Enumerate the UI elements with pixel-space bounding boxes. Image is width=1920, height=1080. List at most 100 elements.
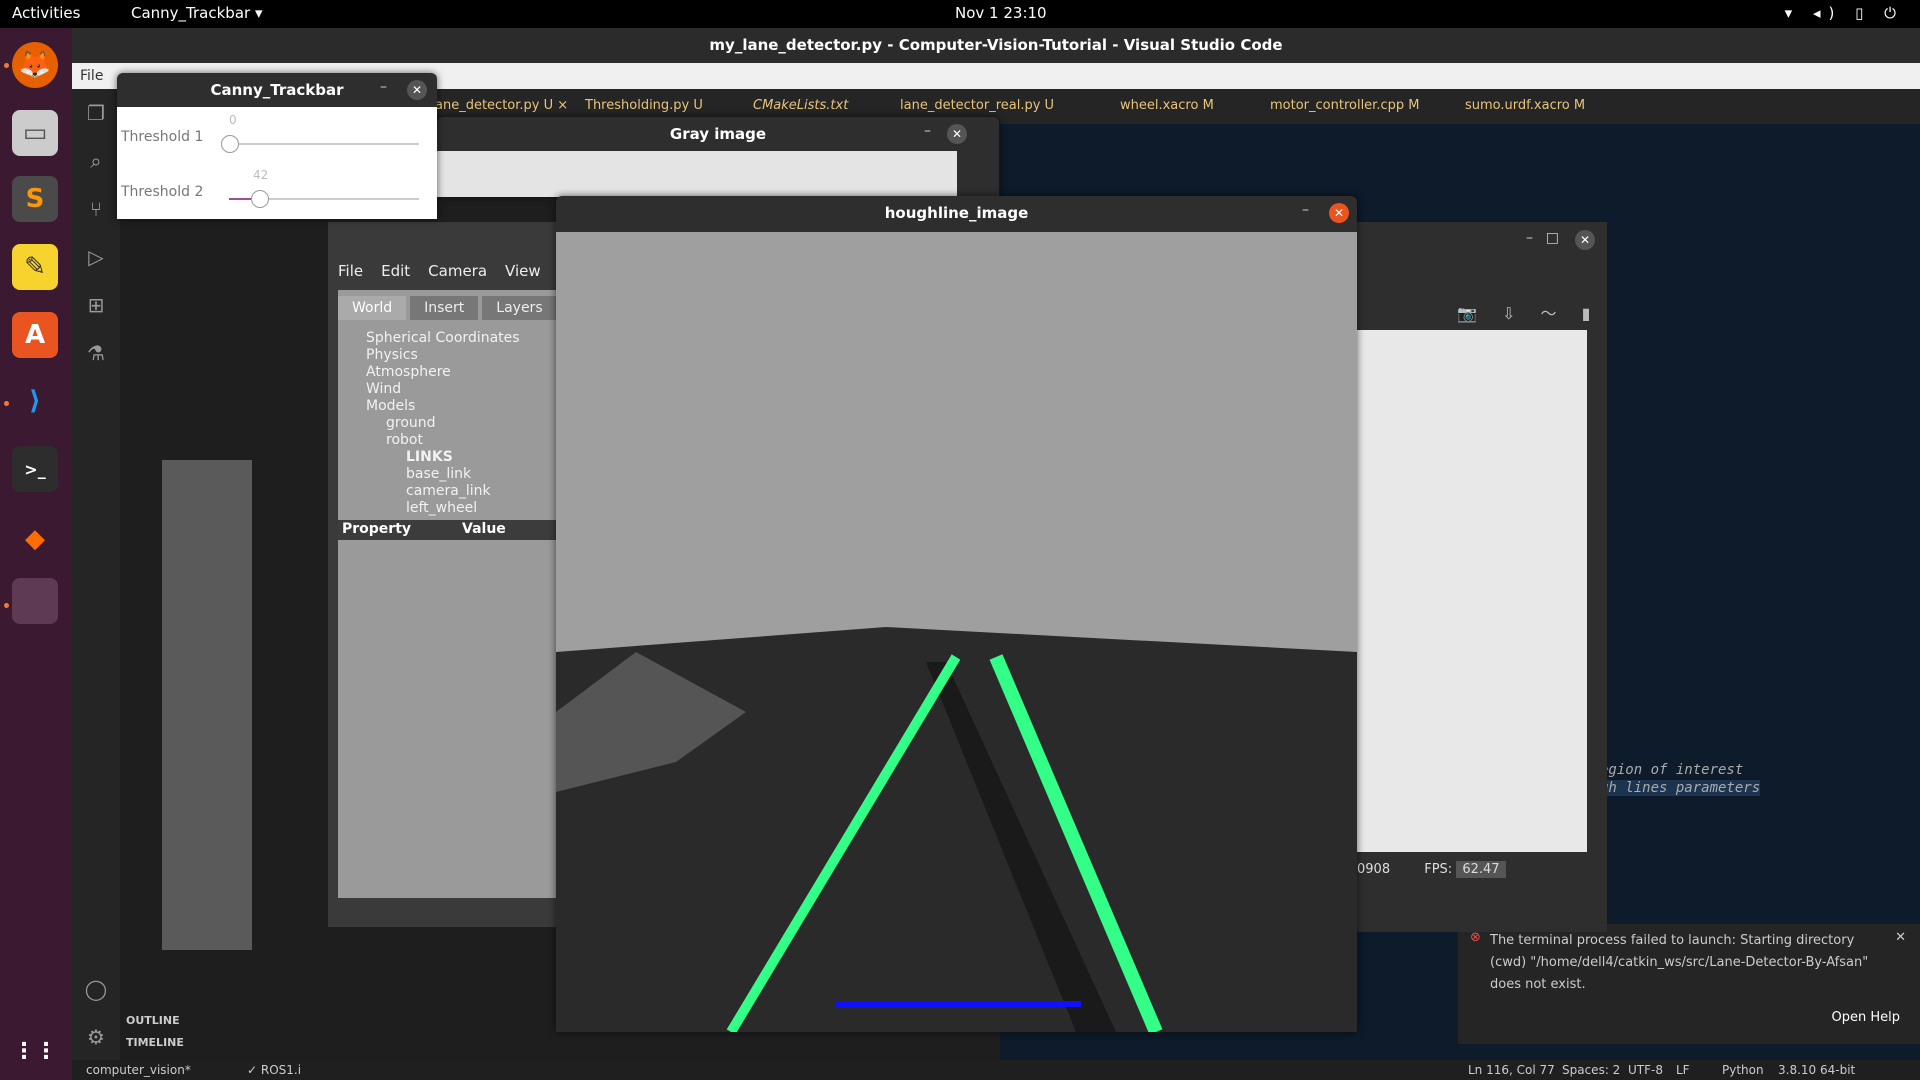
extensions-icon[interactable]: ⊞ bbox=[84, 293, 108, 317]
rviz-icon[interactable]: ◆ bbox=[12, 516, 58, 562]
gazebo-menu: File Edit Camera View W bbox=[338, 262, 574, 280]
branch-indicator[interactable]: computer_vision* bbox=[86, 1060, 191, 1080]
source-control-icon[interactable]: ⑂ bbox=[84, 197, 108, 221]
panel-tabs: World Insert Layers bbox=[338, 296, 557, 320]
ros-indicator[interactable]: ✓ ROS1.i bbox=[247, 1060, 301, 1080]
tree-item[interactable]: Atmosphere bbox=[366, 364, 520, 381]
tree-item[interactable]: ground bbox=[386, 415, 520, 432]
slider-handle[interactable] bbox=[221, 135, 239, 153]
threshold2-slider[interactable] bbox=[229, 190, 419, 208]
app-menu[interactable]: Canny_Trackbar ▾ bbox=[131, 4, 262, 22]
fps-value: 62.47 bbox=[1456, 861, 1506, 878]
value-column: Value bbox=[462, 521, 506, 537]
sublime-icon[interactable]: S bbox=[12, 176, 58, 222]
tree-item[interactable]: Wind bbox=[366, 381, 520, 398]
tab-world[interactable]: World bbox=[338, 296, 407, 320]
close-icon[interactable]: ✕ bbox=[407, 80, 427, 100]
close-icon[interactable]: ✕ bbox=[1575, 230, 1595, 250]
menu-file[interactable]: File bbox=[338, 262, 363, 280]
encoding[interactable]: UTF-8 bbox=[1628, 1060, 1663, 1080]
firefox-icon[interactable]: 🦊 bbox=[12, 42, 58, 88]
search-icon[interactable]: ⌕ bbox=[84, 149, 108, 173]
close-icon[interactable]: ✕ bbox=[1895, 930, 1906, 945]
minimize-icon[interactable]: – bbox=[1302, 202, 1309, 218]
top-bar: Activities Canny_Trackbar ▾ Nov 1 23:10 … bbox=[0, 0, 1920, 28]
tab-layers[interactable]: Layers bbox=[482, 296, 557, 320]
outline-section[interactable]: OUTLINE bbox=[126, 1014, 180, 1027]
open-help-button[interactable]: Open Help bbox=[1832, 1010, 1901, 1025]
files-icon[interactable]: ▭ bbox=[12, 110, 58, 156]
tree-item[interactable]: Spherical Coordinates bbox=[366, 330, 520, 347]
vscode-icon[interactable]: ⟩ bbox=[12, 378, 58, 424]
tab[interactable]: ane_detector.py U × bbox=[435, 98, 568, 113]
activities-button[interactable]: Activities bbox=[12, 4, 80, 22]
tree-item[interactable]: Models bbox=[366, 398, 520, 415]
close-icon[interactable]: ✕ bbox=[947, 124, 967, 144]
terminal-icon[interactable]: >_ bbox=[12, 446, 58, 492]
cursor-position[interactable]: Ln 116, Col 77 bbox=[1468, 1060, 1555, 1080]
sim-time: 0908 bbox=[1357, 862, 1391, 877]
account-icon[interactable]: ◯ bbox=[84, 977, 108, 1001]
minimize-icon[interactable]: – bbox=[1526, 230, 1533, 246]
python-interpreter[interactable]: 3.8.10 64-bit bbox=[1778, 1060, 1855, 1080]
property-column: Property bbox=[342, 521, 412, 537]
menu-view[interactable]: View bbox=[505, 262, 541, 280]
code-comment: egion of interest bbox=[1600, 762, 1744, 778]
vscode-titlebar: my_lane_detector.py - Computer-Vision-Tu… bbox=[72, 28, 1920, 63]
threshold1-slider[interactable] bbox=[221, 135, 419, 153]
language-mode[interactable]: Python bbox=[1722, 1060, 1764, 1080]
sim-stats: 0908 FPS: 62.47 bbox=[1357, 861, 1587, 878]
settings-gear-icon[interactable]: ⚙ bbox=[84, 1025, 108, 1049]
trackbar-panel: Threshold 1 0 Threshold 2 42 bbox=[117, 107, 437, 219]
code-comment: gh lines parameters bbox=[1600, 780, 1761, 796]
status-bar: computer_vision* ✓ ROS1.i Ln 116, Col 77… bbox=[72, 1060, 1920, 1080]
window-title: Canny_Trackbar bbox=[210, 81, 344, 99]
close-icon[interactable]: ✕ bbox=[1329, 203, 1349, 223]
tab[interactable]: Thresholding.py U bbox=[585, 98, 703, 113]
text-editor-icon[interactable]: ✎ bbox=[12, 244, 58, 290]
running-indicator bbox=[4, 603, 9, 608]
tree-item[interactable]: robot bbox=[386, 432, 520, 449]
menu-camera[interactable]: Camera bbox=[428, 262, 487, 280]
tree-item[interactable]: base_link bbox=[406, 466, 520, 483]
window-title: houghline_image bbox=[884, 204, 1029, 222]
threshold1-label: Threshold 1 bbox=[121, 129, 204, 145]
world-tree: Spherical Coordinates Physics Atmosphere… bbox=[366, 330, 520, 517]
tree-item[interactable]: left_wheel bbox=[406, 500, 520, 517]
tab[interactable]: lane_detector_real.py U bbox=[900, 98, 1054, 113]
houghline-image bbox=[556, 232, 1357, 1032]
minimize-icon[interactable]: – bbox=[924, 123, 931, 139]
eol[interactable]: LF bbox=[1676, 1060, 1690, 1080]
testing-icon[interactable]: ⚗ bbox=[84, 341, 108, 365]
dock: 🦊 ▭ S ✎ A ⟩ >_ ◆ ⋮⋮ bbox=[0, 28, 72, 1080]
menu-edit[interactable]: Edit bbox=[381, 262, 410, 280]
clock[interactable]: Nov 1 23:10 bbox=[955, 4, 1047, 22]
active-app-icon[interactable] bbox=[12, 578, 58, 624]
maximize-icon[interactable]: □ bbox=[1546, 230, 1559, 246]
explorer-icon[interactable]: ❐ bbox=[84, 101, 108, 125]
threshold2-value: 42 bbox=[253, 168, 269, 182]
software-icon[interactable]: A bbox=[12, 312, 58, 358]
minimize-icon[interactable]: – bbox=[380, 79, 387, 95]
slider-handle[interactable] bbox=[251, 190, 270, 208]
menu-file[interactable]: File bbox=[80, 68, 103, 84]
tree-item[interactable]: Physics bbox=[366, 347, 520, 364]
image-area bbox=[437, 151, 957, 197]
tab[interactable]: motor_controller.cpp M bbox=[1270, 98, 1419, 113]
viewport-render[interactable] bbox=[1357, 330, 1587, 852]
tab[interactable]: wheel.xacro M bbox=[1120, 98, 1214, 113]
timeline-section[interactable]: TIMELINE bbox=[126, 1036, 184, 1049]
tab[interactable]: sumo.urdf.xacro M bbox=[1465, 98, 1585, 113]
tab-insert[interactable]: Insert bbox=[410, 296, 479, 320]
gray-image-window: Gray image – ✕ bbox=[437, 117, 999, 197]
indentation[interactable]: Spaces: 2 bbox=[1562, 1060, 1620, 1080]
tree-item[interactable]: camera_link bbox=[406, 483, 520, 500]
threshold1-value: 0 bbox=[229, 113, 237, 127]
threshold2-label: Threshold 2 bbox=[121, 184, 204, 200]
run-debug-icon[interactable]: ▷ bbox=[84, 245, 108, 269]
system-tray[interactable]: ▾ ◂) ▯ ⏻ bbox=[1785, 4, 1904, 22]
tab[interactable]: CMakeLists.txt bbox=[753, 98, 848, 113]
toolbar-icons[interactable]: 📷 ⇩ 〜 ▮ bbox=[1457, 300, 1600, 324]
apps-grid-icon[interactable]: ⋮⋮ bbox=[12, 1028, 58, 1074]
tree-item: LINKS bbox=[406, 449, 453, 465]
